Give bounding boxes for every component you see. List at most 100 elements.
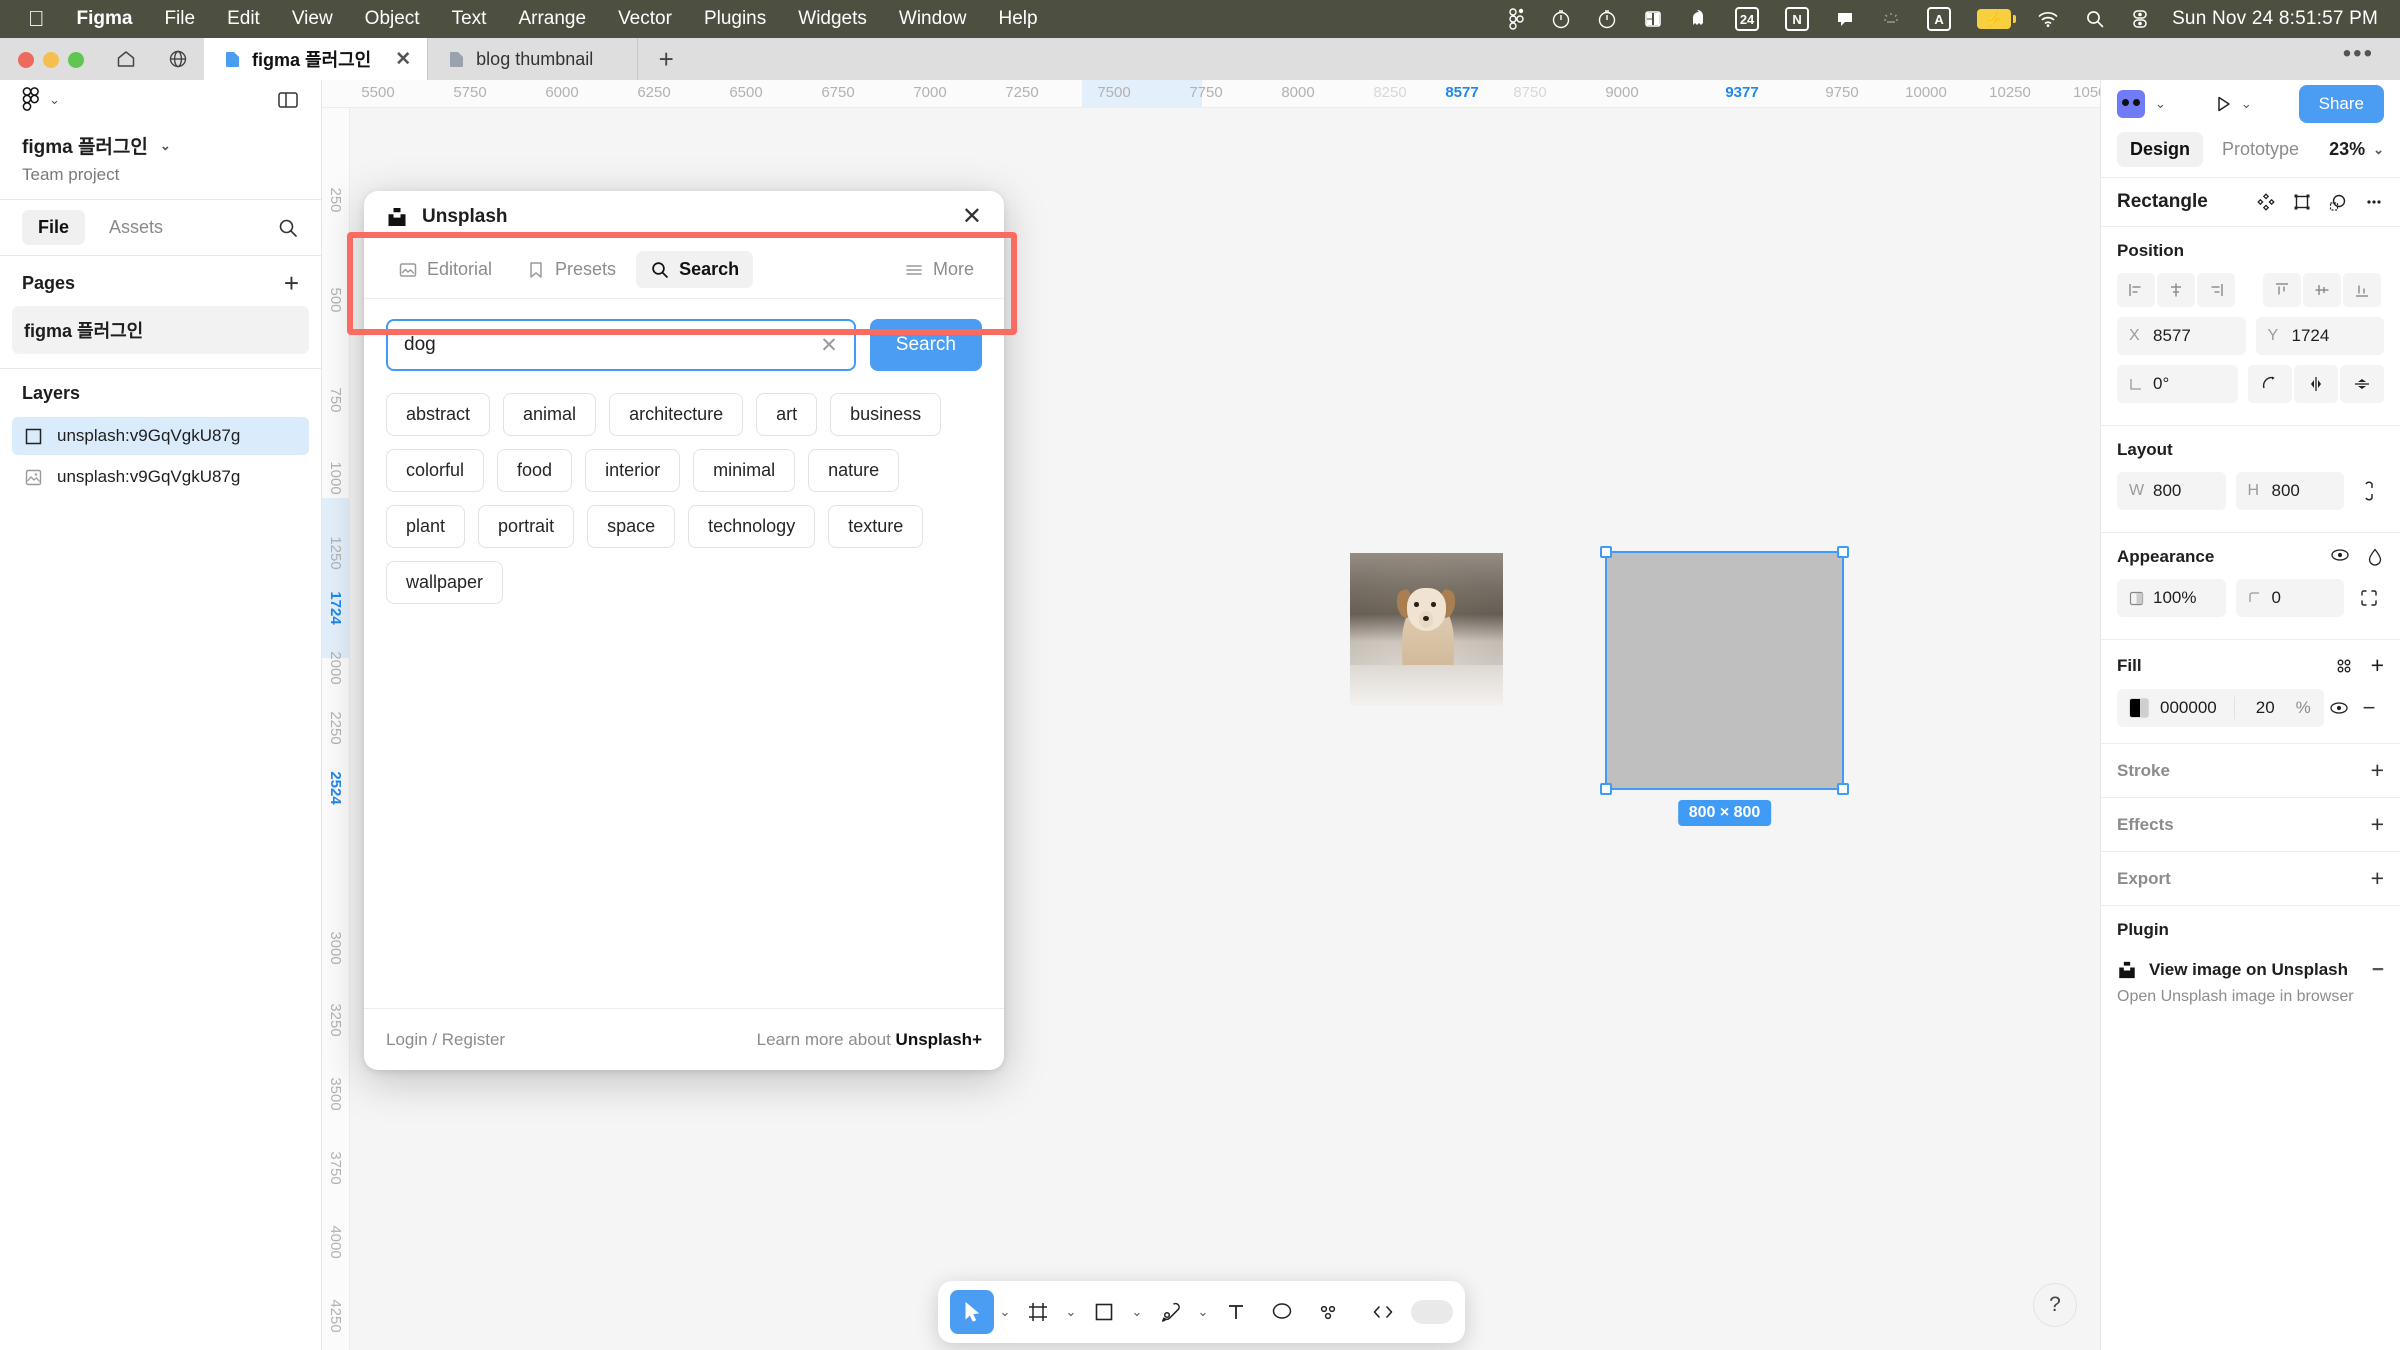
window-options-icon[interactable]: ••• (2343, 40, 2400, 80)
move-tool-button[interactable] (950, 1290, 994, 1334)
chip-art[interactable]: art (756, 393, 818, 436)
menu-item-edit[interactable]: Edit (211, 8, 276, 30)
vertical-ruler[interactable]: 250 500 750 1000 1250 1724 2000 2250 252… (322, 108, 350, 1350)
code-brackets-icon[interactable] (1361, 1290, 1405, 1334)
figma-logo-icon[interactable]: ⌄ (22, 87, 60, 113)
fill-color-field[interactable]: 000000 20 % (2117, 689, 2324, 727)
chip-food[interactable]: food (497, 449, 573, 492)
chip-portrait[interactable]: portrait (478, 505, 575, 548)
dev-mode-toggle[interactable] (1411, 1300, 1453, 1324)
corner-radius-field[interactable]: 0 (2235, 579, 2344, 617)
chat-bubble-icon[interactable] (1822, 0, 1868, 38)
chip-interior[interactable]: interior (585, 449, 681, 492)
menu-item-figma[interactable]: Figma (61, 8, 149, 30)
add-effect-button[interactable]: + (2371, 813, 2384, 836)
tab-presets[interactable]: Presets (512, 251, 630, 288)
menu-item-file[interactable]: File (148, 8, 211, 30)
dev-mode-group[interactable] (1361, 1290, 1453, 1334)
search-input[interactable] (404, 334, 811, 356)
tab-design[interactable]: Design (2117, 132, 2204, 167)
menu-item-plugins[interactable]: Plugins (688, 8, 782, 30)
x-position-field[interactable]: X 8577 (2117, 317, 2246, 355)
create-component-icon[interactable] (2256, 192, 2276, 212)
align-top-icon[interactable] (2263, 273, 2301, 307)
stroke-section[interactable]: Stroke + (2101, 744, 2400, 797)
chip-texture[interactable]: texture (828, 505, 924, 548)
fill-styles-icon[interactable] (2335, 657, 2353, 675)
pen-tool-button[interactable] (1148, 1290, 1192, 1334)
help-button[interactable]: ? (2033, 1283, 2077, 1327)
unsplash-dog-image[interactable] (1350, 553, 1503, 706)
add-page-button[interactable]: + (284, 270, 299, 296)
align-right-icon[interactable] (2197, 273, 2235, 307)
mask-icon[interactable] (2328, 192, 2348, 212)
eye-icon[interactable] (2330, 547, 2350, 567)
calendar-24-icon[interactable]: 24 (1722, 0, 1772, 38)
tab-file[interactable]: File (22, 210, 86, 245)
chip-architecture[interactable]: architecture (609, 393, 744, 436)
flip-horizontal-icon[interactable] (2294, 365, 2338, 403)
more-options-icon[interactable] (2364, 192, 2384, 212)
chip-nature[interactable]: nature (808, 449, 900, 492)
menu-item-text[interactable]: Text (436, 8, 503, 30)
unsplash-plugin-dialog[interactable]: Unsplash ✕ Editorial Presets Search More… (364, 191, 1004, 1070)
flip-vertical-icon[interactable] (2340, 365, 2384, 403)
chip-minimal[interactable]: minimal (693, 449, 796, 492)
wifi-icon[interactable] (2024, 0, 2072, 38)
tab-blog-thumbnail[interactable]: blog thumbnail (428, 38, 639, 80)
resize-handle-top-left[interactable] (1600, 546, 1612, 558)
align-vertical-center-icon[interactable] (2303, 273, 2341, 307)
chevron-down-icon[interactable]: ⌄ (49, 92, 60, 108)
stopwatch-icon[interactable] (1584, 0, 1630, 38)
menu-item-view[interactable]: View (276, 8, 349, 30)
share-button[interactable]: Share (2298, 85, 2384, 123)
timer-icon[interactable] (1538, 0, 1584, 38)
chip-animal[interactable]: animal (503, 393, 597, 436)
menu-item-vector[interactable]: Vector (602, 8, 688, 30)
globe-icon[interactable] (152, 38, 204, 80)
search-icon[interactable] (277, 217, 299, 239)
zoom-control[interactable]: 23% ⌄ (2329, 139, 2384, 160)
minimize-window-button[interactable] (43, 52, 59, 68)
pen-tool-chevron-down-icon[interactable]: ⌄ (1194, 1304, 1212, 1320)
move-tool-chevron-down-icon[interactable]: ⌄ (996, 1304, 1014, 1320)
blend-mode-drop-icon[interactable] (2366, 547, 2384, 567)
zoom-chevron-down-icon[interactable]: ⌄ (2373, 142, 2384, 158)
close-icon[interactable]: ✕ (962, 205, 982, 229)
resize-handle-bottom-left[interactable] (1600, 783, 1612, 795)
align-horizontal-center-icon[interactable] (2157, 273, 2195, 307)
chip-plant[interactable]: plant (386, 505, 466, 548)
menu-item-object[interactable]: Object (349, 8, 436, 30)
align-left-icon[interactable] (2117, 273, 2155, 307)
control-center-icon[interactable] (2118, 0, 2162, 38)
play-present-icon[interactable] (2213, 94, 2233, 114)
more-button[interactable]: More (894, 251, 984, 288)
fill-visibility-eye-icon[interactable] (2324, 700, 2354, 716)
chip-wallpaper[interactable]: wallpaper (386, 561, 504, 604)
chip-abstract[interactable]: abstract (386, 393, 491, 436)
frame-tool-button[interactable] (1016, 1290, 1060, 1334)
canvas-area[interactable]: 5500 5750 6000 6250 6500 6750 7000 7250 … (322, 80, 2100, 1350)
comment-tool-button[interactable] (1260, 1290, 1304, 1334)
selected-rectangle[interactable]: 800 × 800 (1600, 546, 1849, 826)
close-tab-icon[interactable]: ✕ (381, 48, 411, 71)
add-export-button[interactable]: + (2371, 867, 2384, 890)
height-field[interactable]: H 800 (2235, 472, 2344, 510)
fill-color-swatch[interactable] (2129, 698, 2149, 718)
ghost-icon[interactable] (1676, 0, 1722, 38)
tab-figma-plugin[interactable]: figma 플러그인 ✕ (204, 38, 429, 80)
width-field[interactable]: W 800 (2117, 472, 2226, 510)
tab-editorial[interactable]: Editorial (384, 251, 506, 288)
close-window-button[interactable] (18, 52, 34, 68)
maximize-window-button[interactable] (68, 52, 84, 68)
actions-tool-button[interactable] (1306, 1290, 1350, 1334)
opacity-field[interactable]: 100% (2117, 579, 2226, 617)
view-image-on-unsplash-row[interactable]: View image on Unsplash − (2101, 956, 2400, 988)
add-stroke-button[interactable]: + (2371, 759, 2384, 782)
avatar-chevron-down-icon[interactable]: ⌄ (2155, 96, 2166, 112)
text-tool-button[interactable] (1214, 1290, 1258, 1334)
y-position-field[interactable]: Y 1724 (2255, 317, 2384, 355)
figma-menu-icon[interactable] (1494, 0, 1538, 38)
shape-tool-button[interactable] (1082, 1290, 1126, 1334)
menu-bar-clock[interactable]: Sun Nov 24 8:51:57 PM (2162, 8, 2382, 30)
